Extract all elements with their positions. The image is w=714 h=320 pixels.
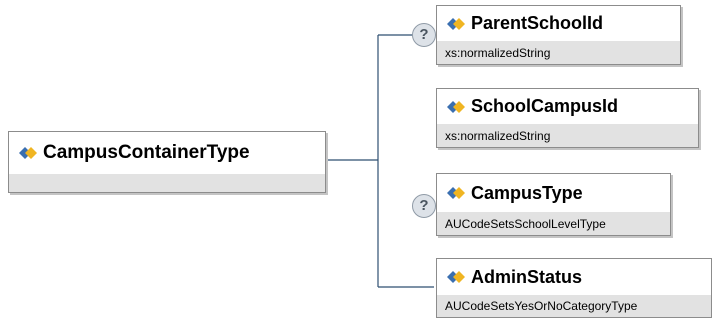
- root-node[interactable]: CampusContainerType: [8, 131, 326, 193]
- child-node-name: CampusType: [471, 182, 583, 203]
- element-icon: [447, 17, 465, 30]
- optional-badge: ?: [412, 23, 436, 47]
- element-icon: [19, 147, 37, 159]
- child-node-name: AdminStatus: [471, 266, 583, 287]
- child-node-parent-school-id[interactable]: ParentSchoolId xs:normalizedString: [436, 5, 681, 65]
- child-node-type: AUCodeSetsSchoolLevelType: [445, 216, 606, 231]
- child-node-type: xs:normalizedString: [445, 45, 551, 60]
- root-node-name: CampusContainerType: [43, 142, 250, 163]
- child-node-admin-status[interactable]: AdminStatus AUCodeSetsYesOrNoCategoryTyp…: [436, 258, 712, 318]
- element-icon: [447, 100, 465, 113]
- optional-badge: ?: [412, 194, 436, 218]
- child-node-name: ParentSchoolId: [471, 13, 604, 33]
- element-icon: [447, 271, 465, 283]
- child-node-type: xs:normalizedString: [445, 128, 551, 143]
- child-node-name: SchoolCampusId: [471, 96, 619, 116]
- element-icon: [447, 187, 465, 199]
- child-node-campus-type[interactable]: CampusType AUCodeSetsSchoolLevelType: [436, 173, 671, 236]
- child-node-school-campus-id[interactable]: SchoolCampusId xs:normalizedString: [436, 88, 699, 148]
- child-node-type: AUCodeSetsYesOrNoCategoryType: [445, 299, 638, 313]
